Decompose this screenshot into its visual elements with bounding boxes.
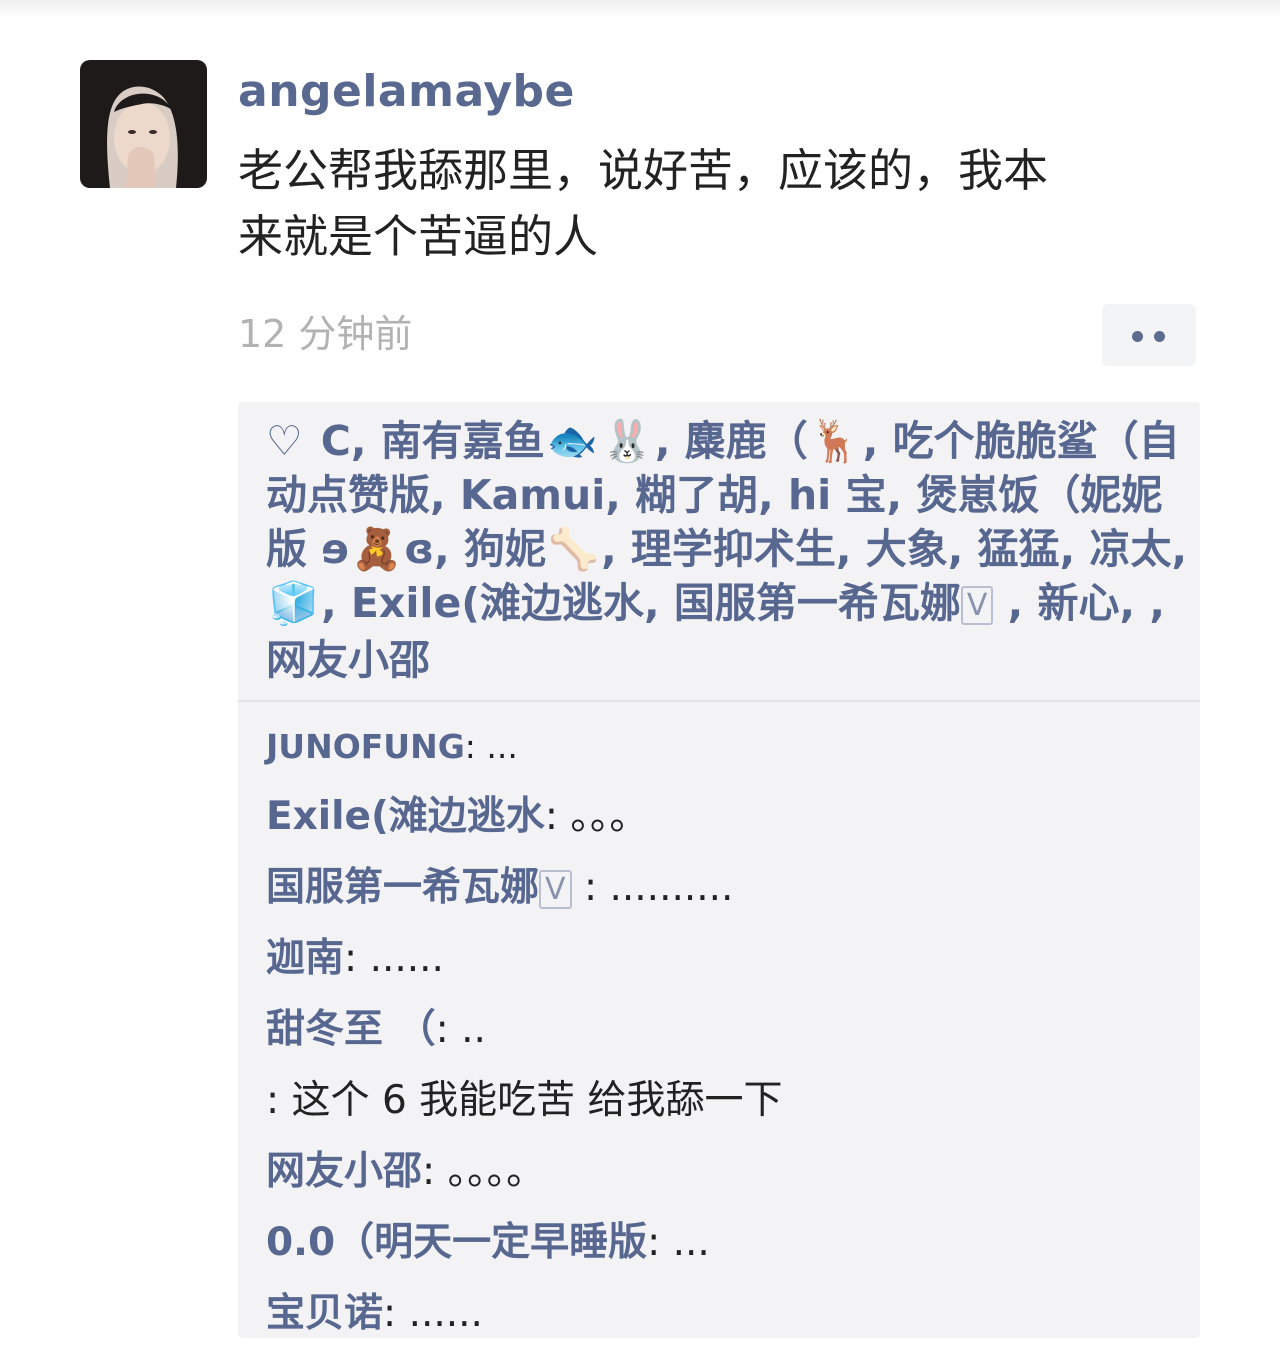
bone-emoji-icon: 🦴 bbox=[548, 525, 600, 573]
likes-text-a[interactable]: C, 南有嘉鱼 bbox=[321, 417, 545, 465]
comments-list: JUNOFUNG: ... Exile(滩边逃水: 。。。 国服第一希瓦娜 V :… bbox=[266, 710, 1186, 1349]
comment-row[interactable]: 迦南: ...... bbox=[266, 923, 1186, 994]
comment-separator: : bbox=[422, 1149, 448, 1194]
comment-row[interactable]: 0.0（明天一定早睡版: ... bbox=[266, 1207, 1186, 1278]
comment-author[interactable]: 0.0（明天一定早睡版 bbox=[266, 1220, 647, 1265]
post-text-line-1: 老公帮我舔那里，说好苦，应该的，我本 bbox=[238, 144, 1049, 197]
comment-text: 。。。。 bbox=[447, 1149, 546, 1194]
post-text: 老公帮我舔那里，说好苦，应该的，我本 来就是个苦逼的人 bbox=[238, 138, 1198, 270]
comment-author[interactable]: 宝贝诺 bbox=[266, 1291, 383, 1336]
bear-emoji-icon: 🧸 bbox=[351, 525, 403, 573]
fish-emoji-icon: 🐟 bbox=[546, 417, 598, 465]
username-link[interactable]: angelamaybe bbox=[238, 64, 575, 120]
comment-row[interactable]: 国服第一希瓦娜 V : .......... bbox=[266, 852, 1186, 923]
ice-emoji-icon: 🧊 bbox=[268, 579, 320, 627]
comment-separator: : bbox=[266, 1078, 292, 1123]
comment-author[interactable]: 国服第一希瓦娜 bbox=[266, 865, 539, 910]
likes-text-b[interactable]: , 麋鹿（ bbox=[655, 417, 808, 465]
likes-list: ♡ C, 南有嘉鱼🐟🐰, 麋鹿（🦌, 吃个脆脆鲨（自动点赞版, Kamui, 糊了… bbox=[266, 414, 1191, 687]
likes-text-f[interactable]: , Exile(滩边逃水, 国服第一希瓦娜 bbox=[321, 579, 961, 627]
comment-text: ... bbox=[486, 727, 518, 766]
comment-text: .......... bbox=[609, 865, 734, 910]
comment-separator: : bbox=[464, 727, 487, 766]
comment-separator: : bbox=[647, 1220, 673, 1265]
comment-text: ... bbox=[672, 1220, 710, 1265]
avatar[interactable] bbox=[80, 60, 207, 188]
comment-row[interactable]: JUNOFUNG: ... bbox=[266, 710, 1186, 781]
more-dots-icon bbox=[1132, 331, 1143, 342]
comment-author[interactable]: Exile(滩边逃水 bbox=[266, 794, 545, 839]
panel-divider bbox=[238, 700, 1200, 702]
comment-separator: : bbox=[544, 794, 571, 839]
comment-text: 。。。 bbox=[570, 794, 649, 839]
rabbit-emoji-icon: 🐰 bbox=[601, 417, 653, 465]
comment-text: ...... bbox=[369, 936, 444, 981]
comment-author[interactable]: 甜冬至 （ bbox=[266, 1007, 436, 1052]
post-text-line-2: 来就是个苦逼的人 bbox=[238, 210, 599, 263]
comment-row[interactable]: 甜冬至 （: .. bbox=[266, 994, 1186, 1065]
v-badge-icon: V bbox=[960, 586, 994, 625]
comment-separator: : bbox=[435, 1007, 462, 1052]
comment-text: .. bbox=[461, 1007, 486, 1052]
v-badge-icon: V bbox=[539, 870, 572, 909]
post-timestamp: 12 分钟前 bbox=[238, 312, 413, 356]
more-button[interactable] bbox=[1102, 304, 1196, 366]
more-dots-icon bbox=[1154, 331, 1165, 342]
comment-author[interactable]: JUNOFUNG bbox=[266, 727, 465, 766]
heart-outline-icon: ♡ bbox=[266, 417, 303, 465]
comment-separator: : bbox=[344, 936, 370, 981]
comment-row[interactable]: Exile(滩边逃水: 。。。 bbox=[266, 781, 1186, 852]
comment-text: 这个 6 我能吃苦 给我舔一下 bbox=[291, 1078, 783, 1123]
top-divider bbox=[0, 0, 1280, 18]
likes-text-d[interactable]: ɞ, 狗妮 bbox=[404, 525, 546, 573]
comment-row[interactable]: : 这个 6 我能吃苦 给我舔一下 bbox=[266, 1065, 1186, 1136]
comment-text: ...... bbox=[408, 1291, 483, 1336]
likes-text-e[interactable]: , 理学抑术生, 大象, 猛猛, 凉太, bbox=[601, 525, 1187, 573]
comment-author[interactable]: 迦南 bbox=[266, 936, 344, 981]
comment-separator: : bbox=[383, 1291, 409, 1336]
deer-emoji-icon: 🦌 bbox=[809, 417, 861, 465]
comment-row[interactable]: 网友小邵: 。。。。 bbox=[266, 1136, 1186, 1207]
comment-author[interactable]: 网友小邵 bbox=[266, 1149, 422, 1194]
comment-separator: : bbox=[571, 865, 610, 910]
comment-row[interactable]: 宝贝诺: ...... bbox=[266, 1278, 1186, 1349]
avatar-image bbox=[80, 60, 207, 188]
